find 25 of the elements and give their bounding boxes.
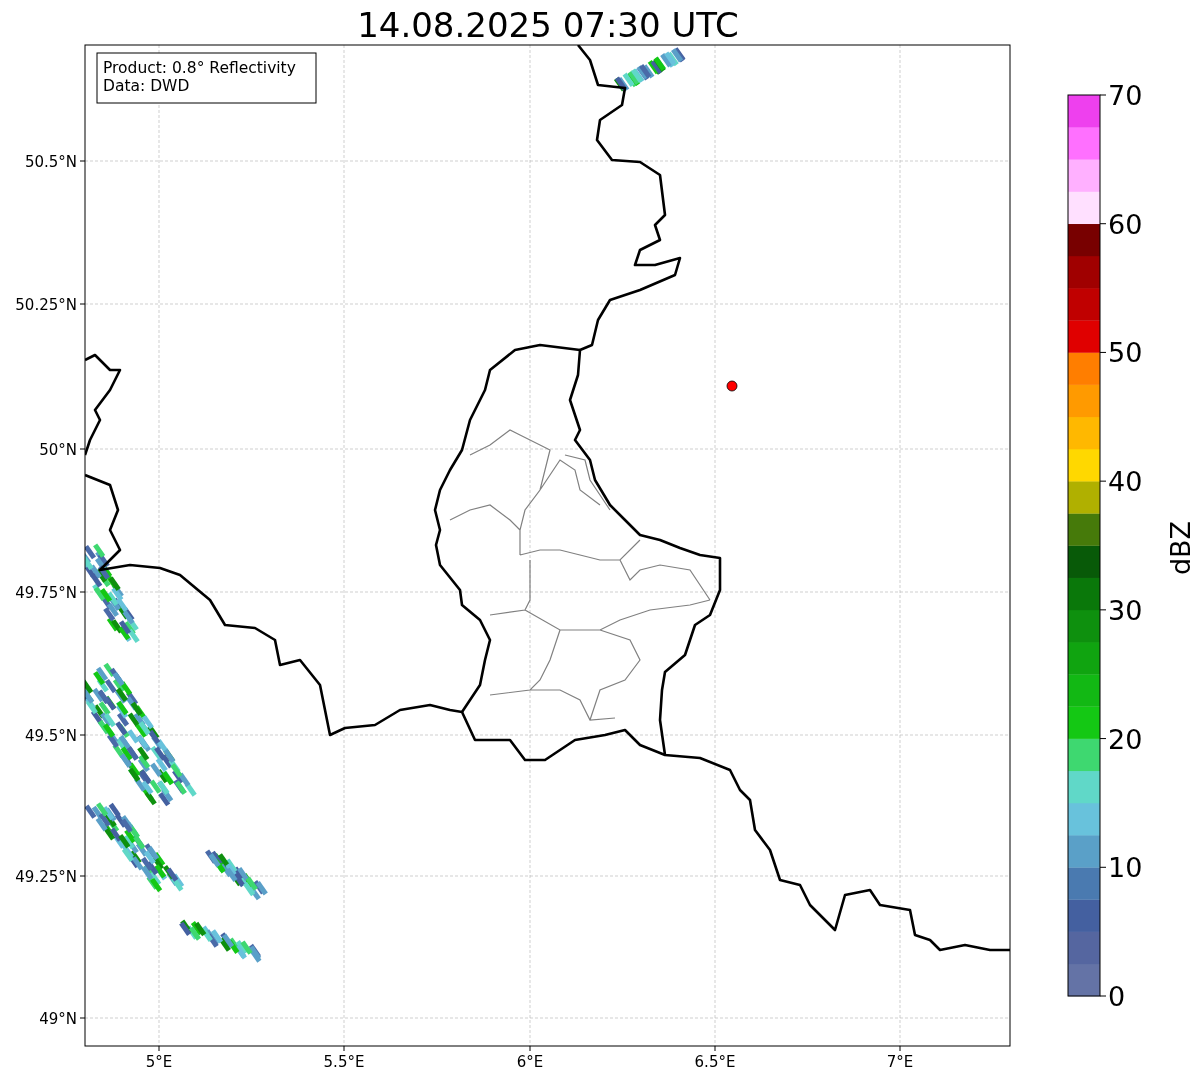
info-text: Product: 0.8° Reflectivity bbox=[103, 59, 296, 77]
longitude-label: 5.5°E bbox=[323, 1053, 365, 1071]
longitude-label: 7°E bbox=[886, 1053, 914, 1071]
chart-title: 14.08.2025 07:30 UTC bbox=[357, 5, 739, 45]
latitude-label: 50°N bbox=[39, 441, 77, 459]
location-marker bbox=[726, 380, 738, 392]
info-text: Data: DWD bbox=[103, 77, 190, 95]
colorbar-tick-label: 50 bbox=[1108, 337, 1143, 369]
colorbar-tick-label: 0 bbox=[1108, 981, 1126, 1012]
latitude-label: 50.5°N bbox=[24, 153, 77, 171]
latitude-label: 49°N bbox=[39, 1010, 77, 1028]
colorbar-tick-label: 30 bbox=[1108, 594, 1143, 626]
latitude-label: 50.25°N bbox=[15, 296, 77, 314]
longitude-label: 6°E bbox=[516, 1053, 544, 1071]
colorbar-tick-label: 40 bbox=[1108, 466, 1143, 498]
colorbar-tick-label: 70 bbox=[1108, 80, 1143, 111]
colorbar-tick-label: 10 bbox=[1108, 852, 1143, 884]
colorbar-tick-label: 20 bbox=[1108, 723, 1143, 755]
colorbar-label: dBZ bbox=[1165, 520, 1196, 576]
longitude-label: 6.5°E bbox=[694, 1053, 736, 1071]
latitude-label: 49.75°N bbox=[15, 584, 77, 602]
longitude-label: 5°E bbox=[145, 1053, 173, 1071]
latitude-label: 49.5°N bbox=[24, 727, 77, 745]
colorbar-tick-label: 60 bbox=[1108, 208, 1143, 240]
latitude-label: 49.25°N bbox=[15, 868, 77, 886]
